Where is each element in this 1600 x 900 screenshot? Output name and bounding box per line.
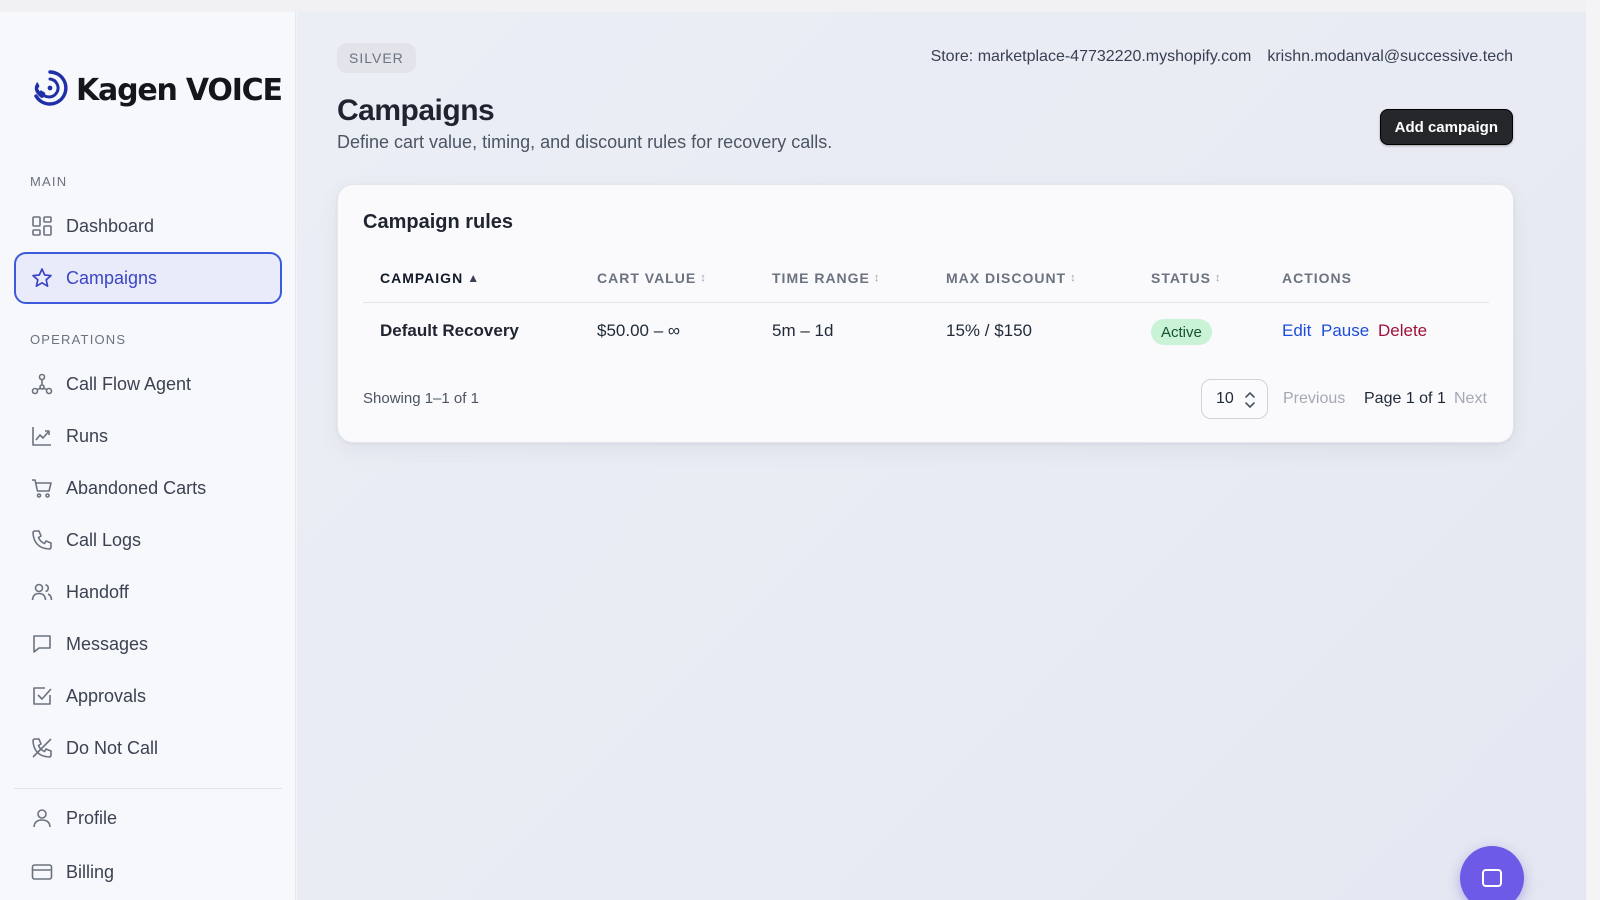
window-edge xyxy=(1586,0,1600,900)
next-page-button[interactable]: Next xyxy=(1454,390,1487,408)
column-label: ACTIONS xyxy=(1282,270,1352,286)
sort-icon: ↕ xyxy=(1214,272,1222,284)
sidebar-item-abandoned-carts[interactable]: Abandoned Carts xyxy=(14,462,282,514)
dashboard-icon xyxy=(30,214,54,238)
sidebar-item-billing[interactable]: Billing xyxy=(14,846,282,898)
cart-value: $50.00 – ∞ xyxy=(597,321,681,340)
sidebar-item-label: Runs xyxy=(66,425,109,446)
sidebar-item-campaigns[interactable]: Campaigns xyxy=(14,252,282,304)
status-badge: Active xyxy=(1151,319,1212,345)
page-size-select[interactable]: 10 xyxy=(1201,379,1268,419)
sidebar-item-messages[interactable]: Messages xyxy=(14,618,282,670)
brand-logo[interactable]: Kagen VOICE xyxy=(28,66,283,115)
sort-icon: ↕ xyxy=(873,272,881,284)
cart-icon xyxy=(30,476,54,500)
sidebar-item-label: Approvals xyxy=(66,685,147,706)
sort-icon: ↕ xyxy=(1070,272,1077,284)
sidebar-item-dashboard[interactable]: Dashboard xyxy=(14,200,282,252)
max-discount: 15% / $150 xyxy=(946,321,1033,340)
campaign-name: Default Recovery xyxy=(380,321,519,340)
chart-icon xyxy=(30,424,54,448)
edit-link[interactable]: Edit xyxy=(1282,321,1311,341)
message-icon xyxy=(30,632,54,656)
column-header-cart-value[interactable]: CART VALUE ↕ xyxy=(597,270,707,286)
sidebar-item-label: Do Not Call xyxy=(66,737,159,758)
sidebar-item-label: Call Logs xyxy=(66,529,142,550)
chevron-up-down-icon xyxy=(1243,390,1257,415)
column-label: STATUS xyxy=(1151,270,1211,286)
sidebar-item-call-logs[interactable]: Call Logs xyxy=(14,514,282,566)
main-content: SILVER Store: marketplace-47732220.mysho… xyxy=(297,12,1586,900)
time-range: 5m – 1d xyxy=(772,321,834,340)
checkbox-icon xyxy=(30,684,54,708)
previous-page-button[interactable]: Previous xyxy=(1283,390,1345,408)
sort-icon: ↕ xyxy=(700,272,707,284)
card-title: Campaign rules xyxy=(363,211,514,233)
sidebar-item-label: Billing xyxy=(66,861,115,882)
delete-link[interactable]: Delete xyxy=(1378,321,1427,341)
account-info: Store: marketplace-47732220.myshopify.co… xyxy=(931,48,1513,66)
column-label: MAX DISCOUNT xyxy=(946,270,1067,286)
sidebar-item-label: Profile xyxy=(66,807,118,828)
flow-icon xyxy=(30,372,54,396)
section-label-operations: OPERATIONS xyxy=(30,332,127,347)
sidebar-item-handoff[interactable]: Handoff xyxy=(14,566,282,618)
campaign-rules-card: Campaign rules CAMPAIGN ▲ CART VALUE ↕ T… xyxy=(337,184,1514,443)
column-label: TIME RANGE xyxy=(772,270,870,286)
column-header-status[interactable]: STATUS ↕ xyxy=(1151,270,1221,286)
sidebar-item-approvals[interactable]: Approvals xyxy=(14,670,282,722)
column-label: CAMPAIGN xyxy=(380,270,464,286)
column-header-campaign[interactable]: CAMPAIGN ▲ xyxy=(380,270,480,286)
sidebar-item-label: Campaigns xyxy=(66,267,158,288)
column-header-actions: ACTIONS xyxy=(1282,270,1352,286)
pagination-summary: Showing 1–1 of 1 xyxy=(363,390,479,407)
sidebar-item-label: Handoff xyxy=(66,581,129,602)
sidebar-item-label: Abandoned Carts xyxy=(66,477,207,498)
store-domain: Store: marketplace-47732220.myshopify.co… xyxy=(930,48,1252,65)
user-email[interactable]: krishn.modanval@successive.tech xyxy=(1267,48,1513,66)
sidebar: Kagen VOICE MAIN Dashboard Campaigns OPE… xyxy=(0,12,296,900)
logo-icon xyxy=(28,66,72,115)
sidebar-item-label: Dashboard xyxy=(66,215,155,236)
table-header-divider xyxy=(363,302,1489,303)
column-header-time-range[interactable]: TIME RANGE ↕ xyxy=(772,270,880,286)
credit-card-icon xyxy=(30,860,54,884)
chat-icon xyxy=(1479,866,1505,897)
phone-off-icon xyxy=(30,736,54,760)
section-label-main: MAIN xyxy=(30,174,68,189)
star-icon xyxy=(30,266,54,290)
page-indicator: Page 1 of 1 xyxy=(1364,390,1446,407)
sidebar-item-runs[interactable]: Runs xyxy=(14,410,282,462)
brand-name: Kagen VOICE xyxy=(76,72,283,108)
add-campaign-button[interactable]: Add campaign xyxy=(1379,109,1513,145)
page-size-value: 10 xyxy=(1216,390,1234,407)
sidebar-item-label: Call Flow Agent xyxy=(66,373,192,394)
pause-link[interactable]: Pause xyxy=(1321,321,1369,341)
page-title: Campaigns xyxy=(337,94,495,127)
sidebar-item-profile[interactable]: Profile xyxy=(14,792,282,844)
column-label: CART VALUE xyxy=(597,270,697,286)
sort-asc-icon: ▲ xyxy=(467,271,481,285)
users-icon xyxy=(30,580,54,604)
plan-tier-badge: SILVER xyxy=(337,43,416,73)
column-header-max-discount[interactable]: MAX DISCOUNT ↕ xyxy=(946,270,1077,286)
sidebar-item-do-not-call[interactable]: Do Not Call xyxy=(14,722,282,774)
page-subtitle: Define cart value, timing, and discount … xyxy=(337,132,833,152)
sidebar-item-label: Messages xyxy=(66,633,149,654)
sidebar-divider xyxy=(14,788,282,789)
top-strip xyxy=(0,0,1600,12)
sidebar-item-call-flow-agent[interactable]: Call Flow Agent xyxy=(14,358,282,410)
user-icon xyxy=(30,806,54,830)
phone-icon xyxy=(30,528,54,552)
